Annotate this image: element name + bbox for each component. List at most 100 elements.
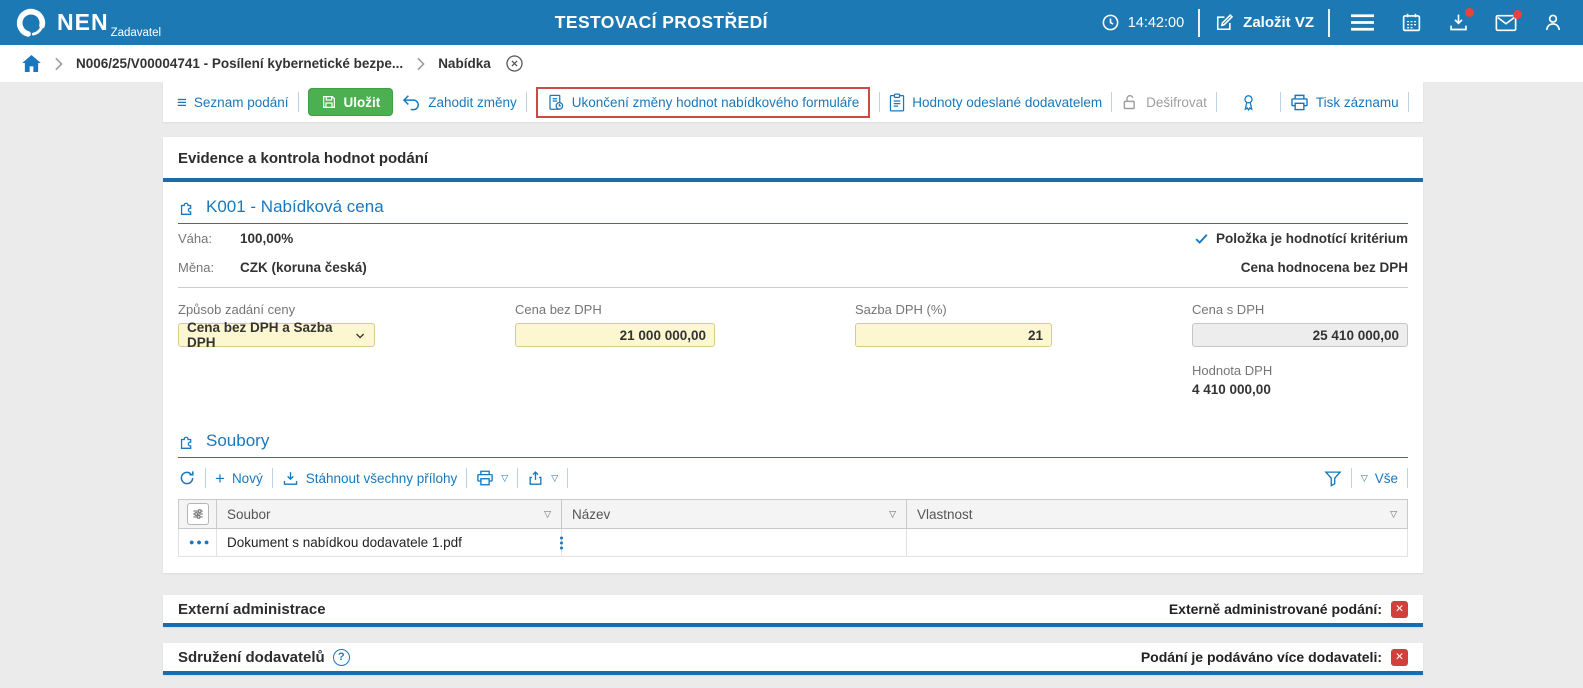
new-file-button[interactable]: + Nový [215,470,263,487]
files-toolbar: + Nový Stáhnout všechny přílohy ▽ ▽ ▽ Vš… [178,458,1408,499]
view-all-button[interactable]: ▽ Vše [1361,471,1398,486]
filter-icon [1324,470,1342,487]
externi-flag: Externě administrované podání: ✕ [1168,600,1408,618]
view-all-label: Vše [1374,470,1398,486]
toolbar-separator [1215,92,1217,112]
unlock-icon [1123,94,1135,109]
seznam-podani-button[interactable]: ≡ Seznam podání [177,94,289,111]
zpusob-select[interactable]: Cena bez DPH a Sazba DPH [178,320,375,350]
toolbar-separator [1407,468,1408,488]
calendar-button[interactable] [1401,12,1422,33]
cena-bez-dph-field: Cena bez DPH 21 000 000,00 [515,302,715,347]
chevron-right-icon [55,57,63,70]
filter-caret-icon[interactable]: ▽ [889,509,896,520]
toolbar-separator [517,468,519,488]
home-icon [22,55,41,72]
panel-title: Evidence a kontrola hodnot podání [163,137,1423,182]
toolbar-separator [1111,92,1113,112]
column-header-soubor[interactable]: Soubor ▽ [216,499,562,529]
header-divider [1198,8,1201,37]
user-icon [1545,14,1561,31]
end-form-change-button[interactable]: Ukončení změny hodnot nabídkového formul… [535,86,871,118]
hodnota-dph-block: Hodnota DPH 4 410 000,00 [1192,363,1408,397]
downloads-button[interactable] [1448,8,1474,33]
column-settings-button[interactable] [186,503,209,525]
supplier-values-button[interactable]: Hodnoty odeslané dodavatelem [889,93,1102,112]
sdruzeni-title: Sdružení dodavatelů ? [178,648,350,666]
sazba-dph-input[interactable]: 21 [855,323,1052,347]
export-button[interactable]: ▽ [527,470,558,487]
column-header-vlastnost[interactable]: Vlastnost ▽ [906,499,1408,529]
discard-changes-button[interactable]: Zahodit změny [402,94,517,111]
clipboard-icon [890,93,905,111]
filter-button[interactable] [1324,470,1342,487]
save-label: Uložit [343,94,381,110]
server-time: 14:42:00 [1101,13,1184,32]
column-label: Vlastnost [917,506,973,522]
action-toolbar: ≡ Seznam podání Uložit Zahodit změny Uko… [163,82,1423,122]
cena-s-dph-readonly: 25 410 000,00 [1192,323,1408,347]
toolbar-separator [1279,92,1281,112]
create-vz-button[interactable]: Založit VZ [1214,13,1314,33]
toolbar-separator [1407,92,1409,112]
toolbar-separator [466,468,468,488]
toolbar-separator [271,468,273,488]
column-settings-header [178,499,217,529]
decrypt-label: Dešifrovat [1146,94,1207,110]
vaha-label: Váha: [178,231,212,246]
main-menu-button[interactable] [1350,13,1375,32]
sazba-dph-field: Sazba DPH (%) 21 [855,302,1052,347]
signature-button[interactable] [1226,92,1271,113]
cena-bez-dph-input[interactable]: 21 000 000,00 [515,323,715,347]
sdruzeni-flag: Podání je podáváno více dodavateli: ✕ [1141,648,1408,666]
breadcrumb: N006/25/V00004741 - Posílení kybernetick… [0,45,1583,82]
vaha-value: 100,00% [240,231,294,246]
section-k001-header[interactable]: K001 - Nabídková cena [178,197,1408,224]
chevron-down-icon [355,333,364,338]
caret-down-icon: ▽ [1360,472,1368,483]
header-actions: 14:42:00 Založit VZ [1101,8,1563,37]
breadcrumb-item-nabidka[interactable]: Nabídka [438,56,491,71]
save-button[interactable]: Uložit [307,88,394,116]
brand-role: Zadavatel [110,26,162,39]
section-soubory-header[interactable]: Soubory [178,431,1408,458]
help-icon[interactable]: ? [332,648,350,666]
ribbon-icon [1244,94,1253,111]
refresh-icon [180,471,194,485]
close-tab-button[interactable] [505,54,524,73]
row-menu-button[interactable]: ●●● [189,538,209,547]
breadcrumb-item-procurement[interactable]: N006/25/V00004741 - Posílení kybernetick… [76,56,403,71]
printer-icon [477,470,494,486]
filter-caret-icon[interactable]: ▽ [1390,509,1397,520]
externi-flag-label: Externě administrované podání: [1168,601,1382,617]
divider [178,287,1408,288]
column-drag-handle[interactable] [560,536,563,549]
zpusob-label: Způsob zadání ceny [178,302,296,317]
undo-icon [403,94,420,110]
create-vz-label: Založit VZ [1243,14,1314,31]
messages-button[interactable] [1495,9,1522,32]
decrypt-button[interactable]: Dešifrovat [1121,93,1207,112]
save-icon [322,96,335,108]
puzzle-icon [180,202,192,215]
table-row[interactable]: ●●● Dokument s nabídkou dodavatele 1.pdf [178,528,1408,557]
section-externi-administrace: Externí administrace Externě administrov… [163,595,1423,627]
toolbar-separator [879,92,881,112]
download-all-button[interactable]: Stáhnout všechny přílohy [282,470,457,487]
filter-caret-icon[interactable]: ▽ [544,509,551,520]
new-file-label: Nový [231,470,263,486]
clock-icon [1102,14,1119,31]
print-table-button[interactable]: ▽ [476,469,508,487]
user-profile-button[interactable] [1543,12,1563,33]
price-form: Způsob zadání ceny Cena bez DPH a Sazba … [178,302,1408,350]
column-header-nazev[interactable]: Název ▽ [561,499,907,529]
kriterium-label: Položka je hodnotící kritérium [1215,231,1408,246]
home-button[interactable] [22,55,41,72]
print-record-button[interactable]: Tisk záznamu [1290,93,1399,112]
files-table: Soubor ▽ Název ▽ Vlastnost ▽ ●●● Dokumen… [178,499,1408,557]
refresh-button[interactable] [178,469,196,487]
section-soubory-title: Soubory [206,431,270,450]
mena-row: Měna: CZK (koruna česká) Cena hodnocena … [178,253,1408,282]
printer-icon [1291,94,1308,110]
nen-logo[interactable]: NEN Zadavatel [14,6,222,40]
